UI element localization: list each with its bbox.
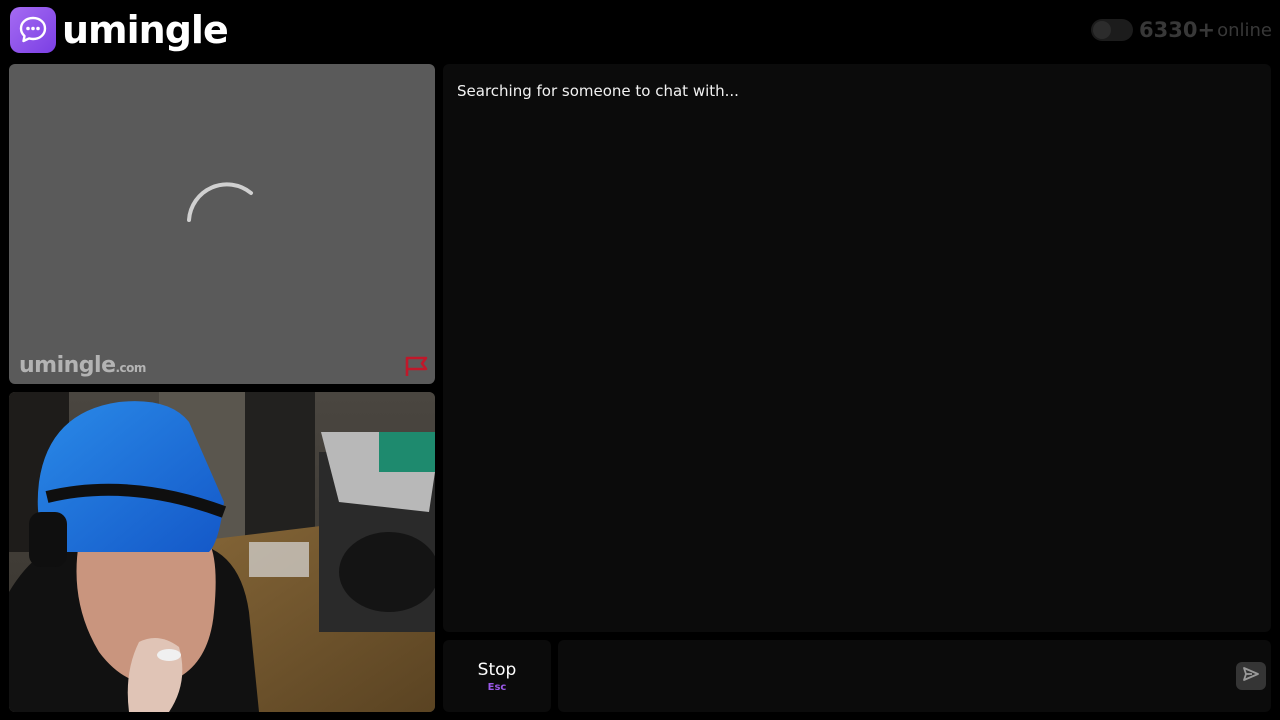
stop-button[interactable]: Stop Esc [443, 640, 551, 712]
watermark-brand: umingle [19, 353, 116, 378]
chat-status-message: Searching for someone to chat with... [457, 82, 739, 100]
status-toggle[interactable] [1091, 19, 1134, 41]
brand-name: umingle [62, 8, 229, 52]
watermark: umingle.com [19, 353, 146, 378]
loading-spinner-icon [185, 180, 265, 234]
watermark-suffix: .com [115, 361, 147, 375]
chat-log: Searching for someone to chat with... [443, 64, 1271, 632]
stop-button-label: Stop [477, 660, 517, 680]
online-indicator: 6330+ online [1091, 18, 1272, 42]
stop-shortcut-hint: Esc [487, 682, 507, 693]
chat-bubble-icon [10, 7, 56, 53]
send-button[interactable] [1236, 662, 1266, 690]
logo[interactable]: umingle [10, 7, 229, 53]
online-count: 6330+ [1139, 18, 1216, 42]
online-label: online [1217, 19, 1272, 41]
self-camera-video [9, 392, 435, 712]
header: umingle 6330+ online [0, 0, 1280, 62]
send-arrow-icon [1242, 666, 1260, 686]
camera-feed-image [9, 392, 435, 712]
report-flag-icon[interactable] [404, 355, 430, 377]
stranger-video: umingle.com [9, 64, 435, 384]
message-input[interactable] [558, 640, 1271, 712]
